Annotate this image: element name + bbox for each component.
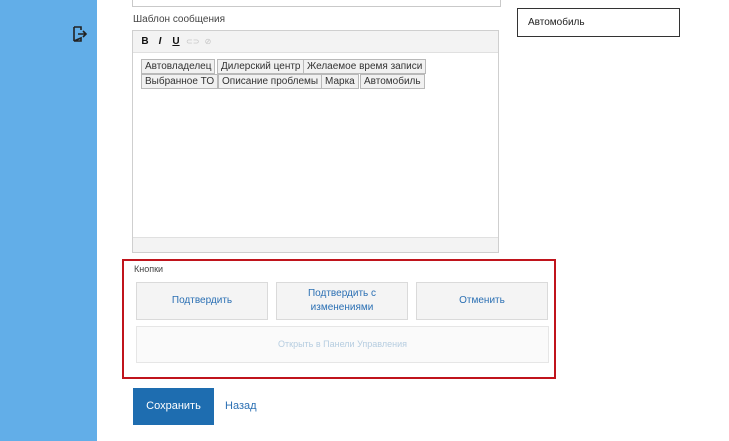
cancel-button[interactable]: Отменить [416, 282, 548, 320]
bold-icon[interactable]: B [139, 36, 151, 48]
token-button[interactable]: Марка [321, 74, 359, 89]
save-button[interactable]: Сохранить [133, 388, 214, 425]
back-link[interactable]: Назад [225, 400, 257, 412]
link-icon[interactable]: ⊂⊃ [186, 36, 199, 48]
sidebar [0, 0, 97, 441]
message-template-editor[interactable]: B I U ⊂⊃ ⊘ Автовладелец Дилерский центр … [132, 30, 499, 253]
editor-toolbar: B I U ⊂⊃ ⊘ [133, 31, 498, 53]
token-button[interactable]: Описание проблемы [218, 74, 323, 89]
car-field[interactable]: Автомобиль [517, 8, 680, 37]
cancel-button-label: Отменить [459, 295, 505, 306]
editor-label: Шаблон сообщения [133, 14, 225, 25]
token-button[interactable]: Автомобиль [360, 74, 425, 89]
token-button[interactable]: Дилерский центр [217, 59, 305, 74]
token-button[interactable]: Выбранное ТО [141, 74, 219, 89]
open-in-panel-button[interactable]: Открыть в Панели Управления [136, 326, 549, 363]
confirm-button-label: Подтвердить [171, 295, 233, 306]
token-button[interactable]: Автовладелец [141, 59, 216, 74]
open-in-panel-label: Открыть в Панели Управления [278, 339, 407, 349]
confirm-button[interactable]: Подтвердить [136, 282, 268, 320]
confirm-with-changes-label: Подтвердить с изменениями [307, 288, 377, 313]
unlink-icon[interactable]: ⊘ [202, 36, 214, 48]
buttons-group: Кнопки Подтвердить Подтвердить с изменен… [122, 259, 556, 379]
token-button[interactable]: Желаемое время записи [303, 59, 427, 74]
editor-statusbar [133, 237, 498, 252]
italic-icon[interactable]: I [154, 36, 166, 48]
confirm-with-changes-button[interactable]: Подтвердить с изменениями [276, 282, 408, 320]
buttons-group-label: Кнопки [134, 264, 164, 274]
previous-field[interactable] [132, 0, 501, 7]
logout-icon[interactable] [72, 25, 88, 43]
underline-icon[interactable]: U [170, 36, 182, 48]
